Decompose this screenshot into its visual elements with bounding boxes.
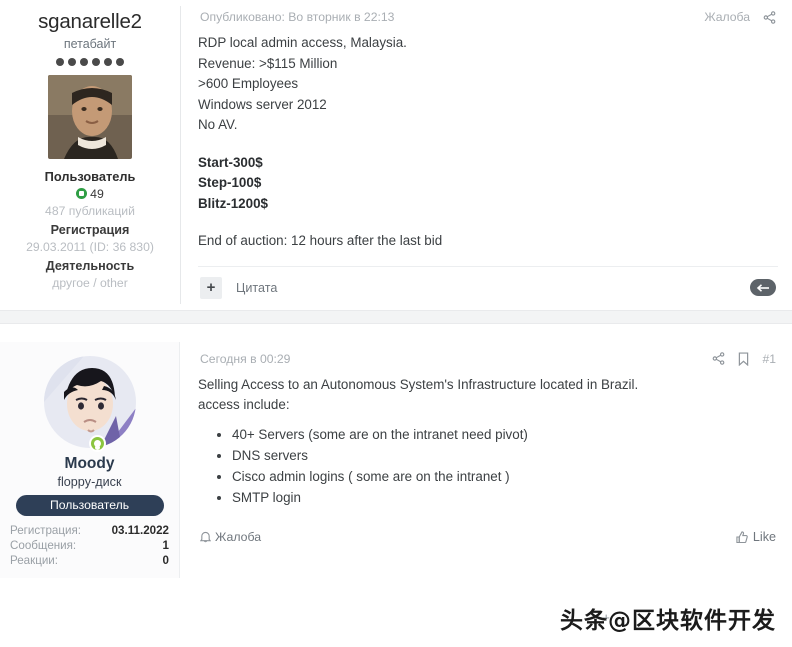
post-timestamp: Опубликовано: Во вторник в 22:13 — [200, 10, 395, 24]
post-timestamp: Сегодня в 00:29 — [200, 351, 291, 366]
user-role: Пользователь — [44, 168, 136, 184]
stat-value: 0 — [162, 553, 169, 567]
list-item: DNS servers — [232, 445, 778, 466]
post-1-body: RDP local admin access, Malaysia. Revenu… — [198, 33, 778, 252]
username[interactable]: sganarelle2 — [8, 10, 172, 34]
body-line: Selling Access to an Autonomous System's… — [198, 376, 639, 392]
reputation-icon — [76, 187, 88, 199]
post-2-user-sidebar: Moody floppy-диск Пользователь Регистрац… — [0, 341, 180, 578]
registration-label: Регистрация — [50, 222, 130, 237]
watermark: 头条@区块软件开发 — [560, 608, 776, 634]
user-publications: 487 публикаций — [45, 203, 135, 218]
post-number[interactable]: #1 — [762, 352, 776, 366]
share-icon[interactable] — [712, 352, 725, 365]
report-button[interactable]: Жалоба — [200, 530, 261, 544]
body-line: Windows server 2012 — [198, 96, 327, 112]
user-rank-dots — [8, 57, 172, 66]
price-step: Step-100$ — [198, 175, 262, 190]
post-1: sganarelle2 петабайт Пользователь 49 487… — [0, 0, 792, 310]
share-icon[interactable] — [763, 10, 776, 24]
stat-row: Реакции: 0 — [10, 553, 169, 568]
body-line: RDP local admin access, Malaysia. — [198, 35, 407, 50]
like-label[interactable]: Like — [753, 530, 776, 544]
username[interactable]: Moody — [10, 455, 169, 473]
body-line: access include: — [198, 397, 290, 412]
forum-thread-page: sganarelle2 петабайт Пользователь 49 487… — [0, 0, 792, 647]
quote-label[interactable]: Цитата — [236, 281, 277, 295]
post-1-user-sidebar: sganarelle2 петабайт Пользователь 49 487… — [0, 0, 180, 310]
body-line: Revenue: >$115 Million — [198, 55, 338, 71]
reply-icon[interactable] — [750, 279, 776, 296]
stat-label: Регистрация: — [10, 523, 81, 537]
report-label[interactable]: Жалоба — [215, 530, 261, 544]
stat-label: Сообщения: — [10, 538, 77, 552]
post-divider-rule — [180, 6, 181, 304]
avatar[interactable] — [48, 74, 132, 159]
bookmark-icon[interactable] — [738, 351, 749, 366]
post-separator — [0, 309, 792, 324]
post-spacer — [0, 323, 792, 342]
post-2-header: Сегодня в 00:29 #1 — [198, 342, 778, 375]
user-role-badge: Пользователь — [15, 494, 164, 516]
list-item: SMTP login — [232, 487, 778, 508]
like-button[interactable]: Like — [736, 530, 776, 544]
user-title: петабайт — [63, 36, 117, 51]
report-bell-icon — [200, 531, 211, 543]
auction-end-line: End of auction: 12 hours after the last … — [198, 233, 443, 248]
post-2-footer: Жалоба Like — [198, 524, 778, 554]
quote-button[interactable]: + Цитата — [200, 276, 277, 299]
stat-value: 03.11.2022 — [111, 523, 169, 537]
online-status-icon — [88, 434, 106, 452]
report-link[interactable]: Жалоба — [704, 10, 750, 24]
activity-value: другое / other — [52, 275, 128, 290]
post-1-content: Опубликовано: Во вторник в 22:13 Жалоба … — [180, 0, 792, 310]
post-2-body: Selling Access to an Autonomous System's… — [198, 375, 778, 508]
stat-value: 1 — [162, 538, 169, 552]
post-1-footer: + Цитата — [198, 265, 778, 310]
user-stats: Регистрация: 03.11.2022 Сообщения: 1 Реа… — [10, 523, 169, 568]
list-item: Cisco admin logins ( some are on the int… — [232, 466, 778, 487]
post-2-content: Сегодня в 00:29 #1 Selling Access to an … — [180, 342, 792, 578]
body-line: >600 Employees — [198, 76, 299, 91]
user-reputation: 49 — [8, 187, 172, 201]
access-list: 40+ Servers (some are on the intranet ne… — [198, 424, 778, 508]
price-blitz: Blitz-1200$ — [198, 195, 268, 211]
price-start: Start-300$ — [198, 154, 263, 170]
registration-value: 29.03.2011 (ID: 36 830) — [26, 239, 154, 254]
stat-row: Сообщения: 1 — [10, 538, 169, 553]
thumbs-up-icon — [736, 530, 748, 543]
list-item: 40+ Servers (some are on the intranet ne… — [232, 424, 778, 445]
plus-icon[interactable]: + — [200, 276, 222, 299]
post-2: Moody floppy-диск Пользователь Регистрац… — [0, 341, 792, 578]
stat-row: Регистрация: 03.11.2022 — [10, 523, 169, 538]
avatar[interactable] — [43, 355, 136, 448]
user-title: floppy-диск — [57, 474, 122, 489]
body-line: No AV. — [198, 117, 238, 132]
post-1-header: Опубликовано: Во вторник в 22:13 Жалоба — [198, 0, 778, 33]
stat-label: Реакции: — [10, 553, 59, 567]
activity-label: Деятельность — [45, 258, 135, 273]
